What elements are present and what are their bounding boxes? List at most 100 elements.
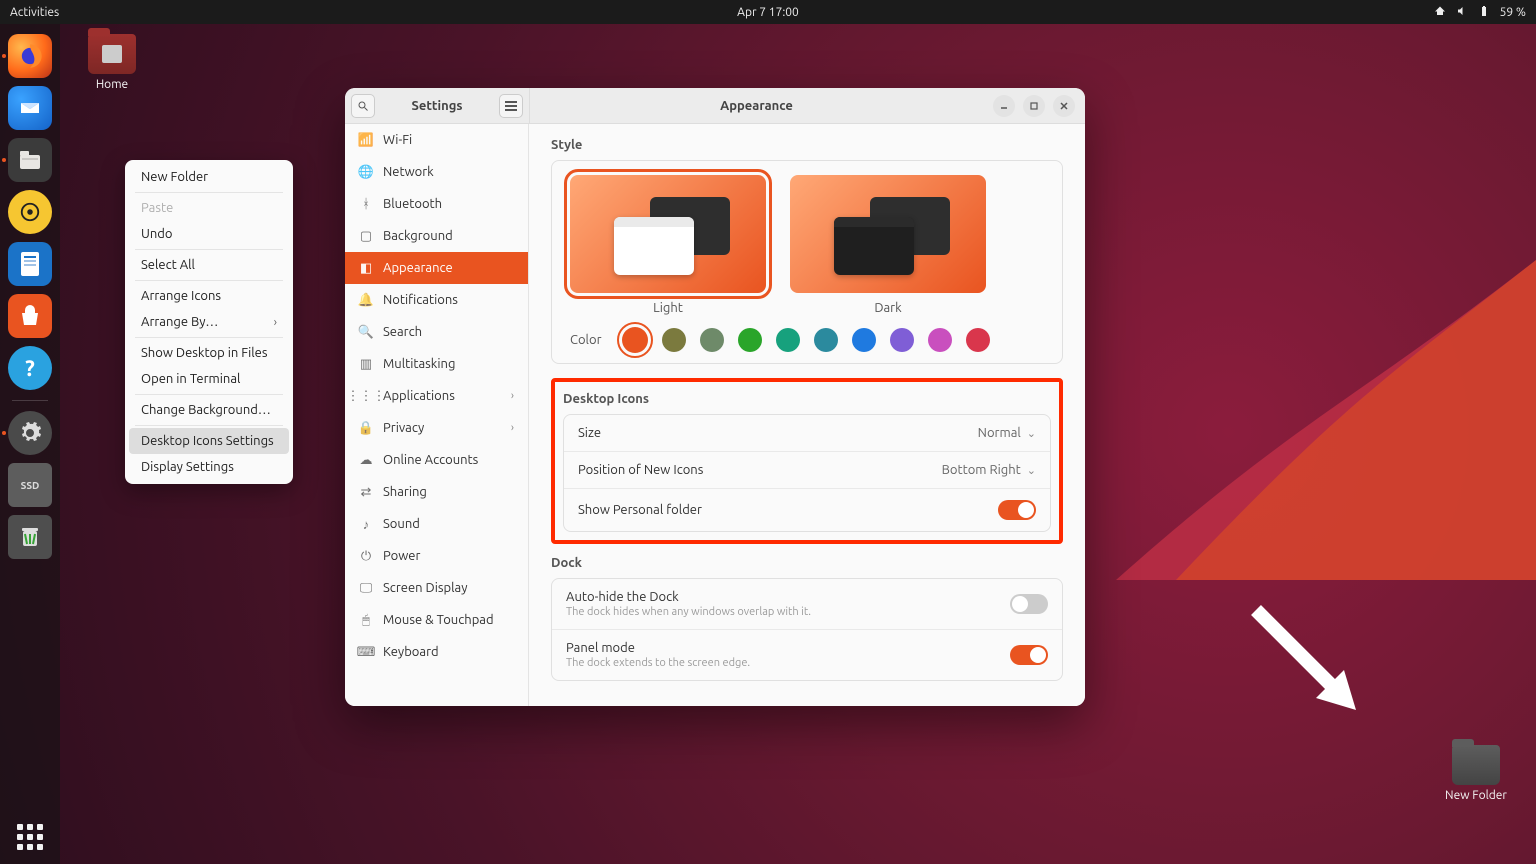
- ctx-desktop-icons-settings[interactable]: Desktop Icons Settings: [129, 428, 289, 454]
- color-swatch-3[interactable]: [738, 328, 762, 352]
- position-value: Bottom Right: [942, 463, 1021, 477]
- sidebar-item-wifi[interactable]: 📶Wi-Fi: [345, 124, 528, 156]
- cloud-icon: ☁: [359, 453, 373, 467]
- sidebar-item-mouse-touchpad[interactable]: 🖱Mouse & Touchpad: [345, 604, 528, 636]
- minimize-button[interactable]: [993, 95, 1015, 117]
- sidebar-item-keyboard[interactable]: ⌨Keyboard: [345, 636, 528, 668]
- sidebar-item-bluetooth[interactable]: ᚼBluetooth: [345, 188, 528, 220]
- color-swatch-9[interactable]: [966, 328, 990, 352]
- row-panel-mode: Panel mode The dock extends to the scree…: [552, 629, 1062, 680]
- ctx-arrange-icons[interactable]: Arrange Icons: [125, 283, 293, 309]
- row-autohide-dock: Auto-hide the Dock The dock hides when a…: [552, 579, 1062, 629]
- desktop-icon-home[interactable]: Home: [72, 34, 152, 91]
- style-header: Style: [551, 138, 1063, 152]
- color-swatch-2[interactable]: [700, 328, 724, 352]
- battery-percent: 59 %: [1500, 6, 1526, 19]
- sidebar-item-privacy[interactable]: 🔒Privacy›: [345, 412, 528, 444]
- desktop-icon-label: New Folder: [1436, 789, 1516, 802]
- color-swatch-5[interactable]: [814, 328, 838, 352]
- dock-app-thunderbird[interactable]: [8, 86, 52, 130]
- toggle-show-personal-folder[interactable]: [998, 500, 1036, 520]
- top-panel: Activities Apr 7 17:00 59 %: [0, 0, 1536, 24]
- dock-drive-ssd[interactable]: SSD: [8, 463, 52, 507]
- sidebar-item-notifications[interactable]: 🔔Notifications: [345, 284, 528, 316]
- annotation-arrow: [1246, 600, 1386, 740]
- wallpaper-decoration: [1116, 260, 1536, 580]
- bluetooth-icon: ᚼ: [359, 197, 373, 211]
- sidebar-item-applications[interactable]: ⋮⋮⋮Applications›: [345, 380, 528, 412]
- dock-app-rhythmbox[interactable]: [8, 190, 52, 234]
- color-swatch-6[interactable]: [852, 328, 876, 352]
- titlebar[interactable]: Settings Appearance: [345, 88, 1085, 124]
- maximize-button[interactable]: [1023, 95, 1045, 117]
- sidebar-item-online-accounts[interactable]: ☁Online Accounts: [345, 444, 528, 476]
- toggle-autohide-dock[interactable]: [1010, 594, 1048, 614]
- row-new-icons-position[interactable]: Position of New Icons Bottom Right ⌄: [564, 451, 1050, 488]
- sidebar-item-background[interactable]: ▢Background: [345, 220, 528, 252]
- sidebar-item-search[interactable]: 🔍Search: [345, 316, 528, 348]
- activities-button[interactable]: Activities: [0, 6, 69, 19]
- ctx-show-desktop-files[interactable]: Show Desktop in Files: [125, 340, 293, 366]
- color-swatch-0[interactable]: [622, 327, 648, 353]
- chevron-right-icon: ›: [274, 316, 277, 329]
- dock-app-software[interactable]: [8, 294, 52, 338]
- style-dark-label: Dark: [874, 301, 901, 315]
- style-light-thumb[interactable]: [570, 175, 766, 293]
- desktop-context-menu: New Folder Paste Undo Select All Arrange…: [125, 160, 293, 484]
- multitask-icon: ▥: [359, 357, 373, 371]
- size-value: Normal: [978, 426, 1021, 440]
- sidebar-item-network[interactable]: 🌐Network: [345, 156, 528, 188]
- close-button[interactable]: [1053, 95, 1075, 117]
- network-icon: [1434, 5, 1446, 20]
- dock-header: Dock: [551, 556, 1063, 570]
- color-swatch-7[interactable]: [890, 328, 914, 352]
- row-show-personal-folder: Show Personal folder: [564, 488, 1050, 531]
- sidebar-item-screen-display[interactable]: 🖵Screen Display: [345, 572, 528, 604]
- desktop-icons-header: Desktop Icons: [563, 392, 1051, 406]
- minimize-icon: [1000, 102, 1008, 110]
- dock-app-settings[interactable]: [8, 411, 52, 455]
- apps-icon: ⋮⋮⋮: [359, 389, 373, 403]
- search-button[interactable]: [351, 94, 375, 118]
- ctx-new-folder[interactable]: New Folder: [125, 164, 293, 190]
- sidebar-item-power[interactable]: ⏻Power: [345, 540, 528, 572]
- color-swatch-1[interactable]: [662, 328, 686, 352]
- style-light-label: Light: [653, 301, 683, 315]
- ctx-arrange-by[interactable]: Arrange By…›: [125, 309, 293, 335]
- status-tray[interactable]: 59 %: [1434, 5, 1536, 20]
- settings-content: Style Light Dark: [529, 124, 1085, 706]
- dock-app-writer[interactable]: [8, 242, 52, 286]
- ctx-open-terminal[interactable]: Open in Terminal: [125, 366, 293, 392]
- chevron-right-icon: ›: [511, 422, 514, 434]
- lock-icon: 🔒: [359, 421, 373, 435]
- row-icon-size[interactable]: Size Normal ⌄: [564, 415, 1050, 451]
- desktop-icon-new-folder[interactable]: New Folder: [1436, 745, 1516, 802]
- sidebar-item-sharing[interactable]: ⇄Sharing: [345, 476, 528, 508]
- ctx-display-settings[interactable]: Display Settings: [125, 454, 293, 480]
- color-swatch-8[interactable]: [928, 328, 952, 352]
- style-dark-thumb[interactable]: [790, 175, 986, 293]
- dock-app-firefox[interactable]: [8, 34, 52, 78]
- sidebar-item-multitasking[interactable]: ▥Multitasking: [345, 348, 528, 380]
- ctx-change-background[interactable]: Change Background…: [125, 397, 293, 423]
- dock-app-help[interactable]: ?: [8, 346, 52, 390]
- hamburger-button[interactable]: [499, 94, 523, 118]
- chevron-down-icon: ⌄: [1027, 464, 1036, 477]
- color-swatch-4[interactable]: [776, 328, 800, 352]
- chevron-right-icon: ›: [511, 390, 514, 402]
- dock: ? SSD: [0, 24, 60, 864]
- settings-window: Settings Appearance 📶Wi-Fi 🌐Network ᚼBlu…: [345, 88, 1085, 706]
- ctx-select-all[interactable]: Select All: [125, 252, 293, 278]
- dock-app-files[interactable]: [8, 138, 52, 182]
- menu-icon: [505, 101, 517, 111]
- show-applications[interactable]: [17, 824, 43, 850]
- battery-icon: [1478, 5, 1490, 20]
- sidebar-item-appearance[interactable]: ◧Appearance: [345, 252, 528, 284]
- chevron-down-icon: ⌄: [1027, 427, 1036, 440]
- clock[interactable]: Apr 7 17:00: [737, 6, 799, 19]
- sidebar-item-sound[interactable]: ♪Sound: [345, 508, 528, 540]
- appearance-icon: ◧: [359, 261, 373, 275]
- toggle-panel-mode[interactable]: [1010, 645, 1048, 665]
- dock-trash[interactable]: [8, 515, 52, 559]
- ctx-undo[interactable]: Undo: [125, 221, 293, 247]
